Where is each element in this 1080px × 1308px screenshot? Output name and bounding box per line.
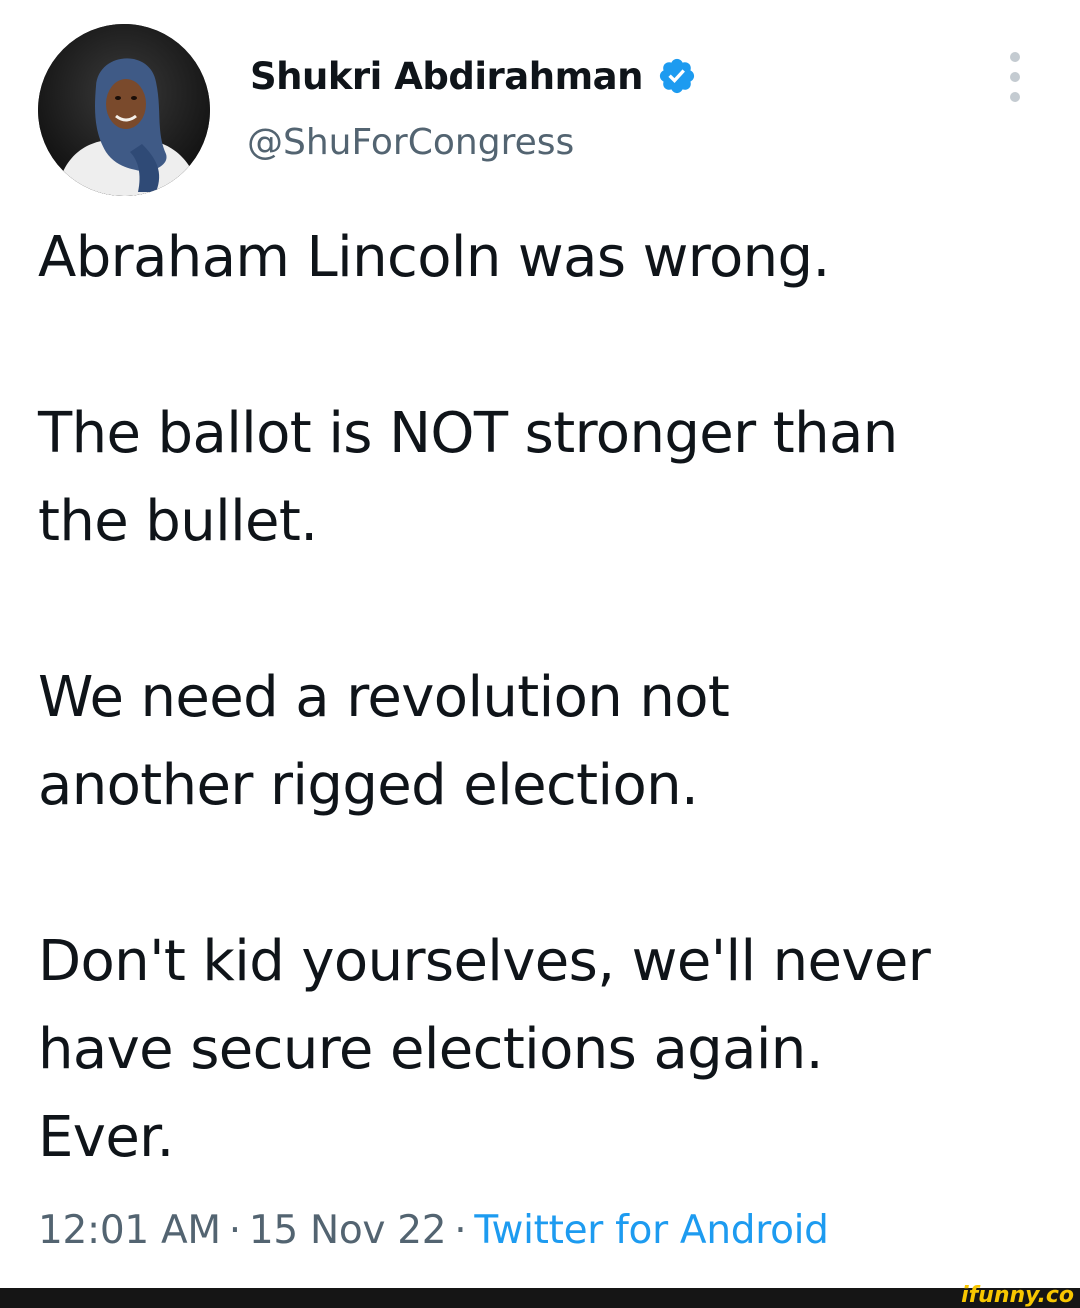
- author-name-row[interactable]: Shukri Abdirahman: [250, 50, 697, 102]
- tweet-card: Shukri Abdirahman @ShuForCongress Abraha…: [0, 0, 1080, 1288]
- more-vertical-icon: [1010, 52, 1020, 62]
- verified-badge-icon: [657, 56, 697, 96]
- profile-photo-avatar: [38, 24, 210, 196]
- tweet-source-link[interactable]: Twitter for Android: [474, 1208, 829, 1253]
- author-display-name[interactable]: Shukri Abdirahman: [250, 55, 643, 98]
- author-handle[interactable]: @ShuForCongress: [247, 122, 574, 163]
- tweet-time[interactable]: 12:01 AM: [38, 1208, 221, 1253]
- more-vertical-icon: [1010, 72, 1020, 82]
- more-vertical-icon: [1010, 92, 1020, 102]
- ifunny-watermark: ifunny.co: [961, 1283, 1074, 1308]
- tweet-paragraph: The ballot is NOT stronger than the bull…: [38, 401, 898, 554]
- tweet-paragraph: We need a revolution not another rigged …: [38, 665, 730, 818]
- author-avatar[interactable]: [38, 24, 210, 196]
- meta-separator: ·: [228, 1208, 241, 1253]
- watermark-bar: ifunny.co: [0, 1284, 1080, 1308]
- tweet-date[interactable]: 15 Nov 22: [249, 1208, 447, 1253]
- meta-separator: ·: [454, 1208, 467, 1253]
- more-options-button[interactable]: [1000, 52, 1030, 102]
- tweet-paragraph: Don't kid yourselves, we'll never have s…: [38, 929, 931, 1170]
- tweet-text: Abraham Lincoln was wrong. The ballot is…: [38, 214, 1058, 1182]
- tweet-metadata: 12:01 AM · 15 Nov 22 · Twitter for Android: [38, 1208, 829, 1253]
- tweet-paragraph: Abraham Lincoln was wrong.: [38, 225, 830, 290]
